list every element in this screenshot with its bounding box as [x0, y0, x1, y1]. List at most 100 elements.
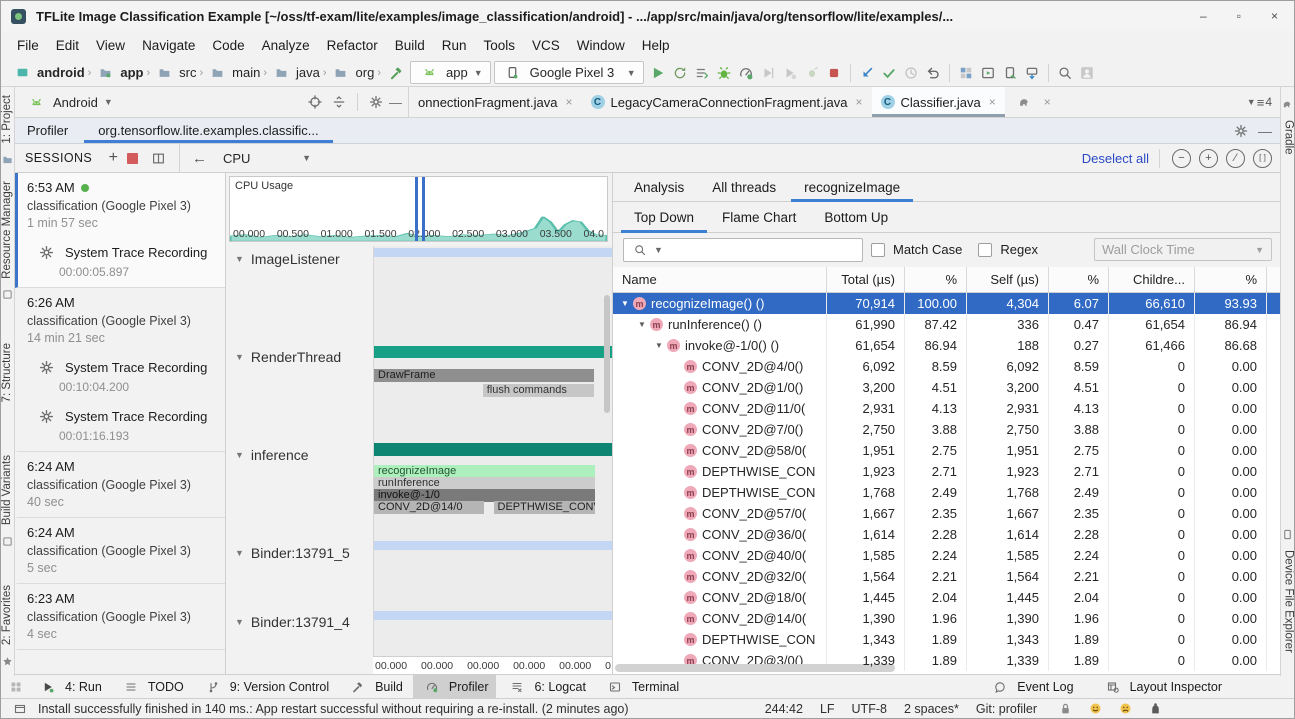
back-arrow-button[interactable]: ←	[192, 150, 207, 167]
sidebar-item-2-favorites[interactable]: 2: Favorites	[1, 585, 14, 672]
thread-row-imagelistener[interactable]: ▼ImageListener	[226, 251, 373, 267]
zoom-in-button[interactable]: +	[1199, 149, 1218, 168]
collapse-arrow-icon[interactable]: ▼	[235, 254, 244, 264]
breadcrumb-app[interactable]: app	[92, 62, 145, 84]
make-project-icon[interactable]	[385, 62, 407, 84]
stop-icon[interactable]	[823, 62, 845, 84]
minimize-button[interactable]: –	[1200, 10, 1207, 22]
menu-window[interactable]: Window	[569, 35, 633, 56]
call-tree-row[interactable]: mCONV_2D@18/0(1,4452.041,4452.0400.00	[613, 587, 1282, 608]
menu-refactor[interactable]: Refactor	[319, 35, 386, 56]
call-tree-row[interactable]: ▼minvoke@-1/0() ()61,65486.941880.2761,4…	[613, 335, 1282, 356]
menu-run[interactable]: Run	[434, 35, 475, 56]
breadcrumb-android[interactable]: android	[9, 62, 87, 84]
toolwindow-button-4-run[interactable]: 4: Run	[29, 674, 110, 700]
call-tree-row[interactable]: mCONV_2D@4/0()6,0928.596,0928.5900.00	[613, 356, 1282, 377]
hidden-tabs-indicator[interactable]: ▼≡4	[1239, 87, 1280, 117]
tab-recognizeimage[interactable]: recognizeImage	[791, 173, 913, 201]
call-tree-row[interactable]: mCONV_2D@11/0(2,9314.132,9314.1300.00	[613, 398, 1282, 419]
breadcrumb-java[interactable]: java	[268, 62, 322, 84]
session-item[interactable]: 6:24 AMclassification (Google Pixel 3)5 …	[15, 518, 225, 584]
call-tree-row[interactable]: mCONV_2D@7/0()2,7503.882,7503.8800.00	[613, 419, 1282, 440]
column-header-4[interactable]: %	[1049, 267, 1109, 292]
recording-item[interactable]: System Trace Recording	[35, 405, 217, 427]
timeline-selection-marker[interactable]	[415, 177, 425, 241]
menu-view[interactable]: View	[88, 35, 133, 56]
new-session-button[interactable]: +	[109, 151, 118, 165]
file-encoding[interactable]: UTF-8	[852, 702, 887, 716]
thread-row-renderthread[interactable]: ▼RenderThread	[226, 349, 373, 365]
trace-event-bar[interactable]: DrawFrame	[374, 369, 594, 382]
cpu-usage-minimap[interactable]: CPU Usage 00.00000.50001.00001.50002.000…	[229, 176, 608, 242]
git-commit-icon[interactable]	[878, 62, 900, 84]
sidebar-item-device-file-explorer[interactable]: Device File Explorer	[1281, 523, 1294, 653]
sdk-manager-icon[interactable]	[1021, 62, 1043, 84]
regex-checkbox[interactable]	[978, 243, 992, 257]
zoom-to-selection-button[interactable]: [ ]	[1253, 149, 1272, 168]
ide-notifications-icon[interactable]	[1144, 698, 1166, 719]
tab-analysis[interactable]: Analysis	[621, 173, 697, 201]
git-history-icon[interactable]	[900, 62, 922, 84]
sidebar-item-7-structure[interactable]: 7: Structure	[1, 343, 14, 402]
call-tree-row[interactable]: mCONV_2D@57/0(1,6672.351,6672.3500.00	[613, 503, 1282, 524]
breadcrumb-main[interactable]: main	[204, 62, 262, 84]
editor-tab-onnectionfragment-java[interactable]: onnectionFragment.java×	[409, 87, 582, 117]
project-view-select[interactable]: Android	[53, 95, 98, 110]
menu-vcs[interactable]: VCS	[524, 35, 568, 56]
call-tree-row[interactable]: mDEPTHWISE_CON1,3431.891,3431.8900.00	[613, 629, 1282, 650]
menu-build[interactable]: Build	[387, 35, 433, 56]
profile-avatar-icon[interactable]	[1076, 62, 1098, 84]
sidebar-item-resource-manager[interactable]: Resource Manager	[1, 181, 14, 306]
zoom-out-button[interactable]: −	[1172, 149, 1191, 168]
session-item[interactable]: 6:24 AMclassification (Google Pixel 3)40…	[15, 452, 225, 518]
unhappy-feedback-icon[interactable]	[1114, 698, 1136, 719]
device-select[interactable]: Google Pixel 3▼	[494, 61, 644, 84]
menu-analyze[interactable]: Analyze	[254, 35, 318, 56]
call-tree-row[interactable]: ▼mrunInference() ()61,99087.423360.4761,…	[613, 314, 1282, 335]
apply-changes-icon[interactable]	[669, 62, 691, 84]
match-case-checkbox[interactable]	[871, 243, 885, 257]
close-button[interactable]: ×	[1271, 10, 1278, 22]
editor-tab-gradle[interactable]: ×	[1005, 87, 1060, 117]
git-rollback-icon[interactable]	[922, 62, 944, 84]
stop-session-button[interactable]	[127, 153, 138, 164]
subtab-top-down[interactable]: Top Down	[621, 202, 707, 232]
call-tree-row[interactable]: ▼mrecognizeImage() ()70,914100.004,3046.…	[613, 293, 1282, 314]
thread-row-inference[interactable]: ▼inference	[226, 447, 373, 463]
search-box[interactable]: ▼	[623, 238, 863, 262]
menu-code[interactable]: Code	[204, 35, 252, 56]
git-update-icon[interactable]	[856, 62, 878, 84]
subtab-bottom-up[interactable]: Bottom Up	[811, 202, 901, 232]
reset-zoom-button[interactable]: ∕	[1226, 149, 1245, 168]
toolwindow-button-layout-inspector[interactable]: Layout Inspector	[1094, 674, 1230, 700]
collapse-arrow-icon[interactable]: ▼	[235, 352, 244, 362]
thread-row-binder-13791-4[interactable]: ▼Binder:13791_4	[226, 614, 373, 630]
readonly-lock-icon[interactable]	[1054, 698, 1076, 719]
trace-event-bar[interactable]: flush commands	[483, 384, 594, 397]
split-panel-icon[interactable]	[147, 147, 169, 169]
happy-feedback-icon[interactable]	[1084, 698, 1106, 719]
profiler-session-tab[interactable]: org.tensorflow.lite.examples.classific..…	[84, 118, 332, 143]
maximize-button[interactable]: ▫	[1237, 10, 1241, 22]
thread-activity-bar[interactable]	[374, 541, 613, 550]
menu-tools[interactable]: Tools	[476, 35, 524, 56]
breadcrumb-src[interactable]: src	[151, 62, 198, 84]
expanded-arrow-icon[interactable]: ▼	[636, 320, 648, 329]
deselect-all-link[interactable]: Deselect all	[1082, 151, 1159, 166]
profile-icon[interactable]	[735, 62, 757, 84]
editor-tab-legacycameraconnectionfragment-java[interactable]: CLegacyCameraConnectionFragment.java×	[582, 87, 872, 117]
call-tree-row[interactable]: mCONV_2D@1/0()3,2004.513,2004.5100.00	[613, 377, 1282, 398]
table-horizontal-scrollbar[interactable]	[615, 664, 895, 672]
call-tree-row[interactable]: mDEPTHWISE_CON1,9232.711,9232.7100.00	[613, 461, 1282, 482]
collapse-arrow-icon[interactable]: ▼	[235, 617, 244, 627]
toolwindow-button-todo[interactable]: TODO	[112, 674, 192, 700]
call-tree-row[interactable]: mCONV_2D@14/0(1,3901.961,3901.9600.00	[613, 608, 1282, 629]
sidebar-item-gradle[interactable]: Gradle	[1281, 93, 1294, 155]
recording-item[interactable]: System Trace Recording	[35, 356, 217, 378]
device-manager-icon[interactable]	[999, 62, 1021, 84]
call-tree-row[interactable]: mCONV_2D@36/0(1,6142.281,6142.2800.00	[613, 524, 1282, 545]
column-header-0[interactable]: Name	[613, 267, 827, 292]
trace-event-bar[interactable]: DEPTHWISE_CONV_...	[494, 501, 596, 514]
indent-setting[interactable]: 2 spaces*	[904, 702, 959, 716]
column-header-1[interactable]: Total (µs)	[827, 267, 905, 292]
